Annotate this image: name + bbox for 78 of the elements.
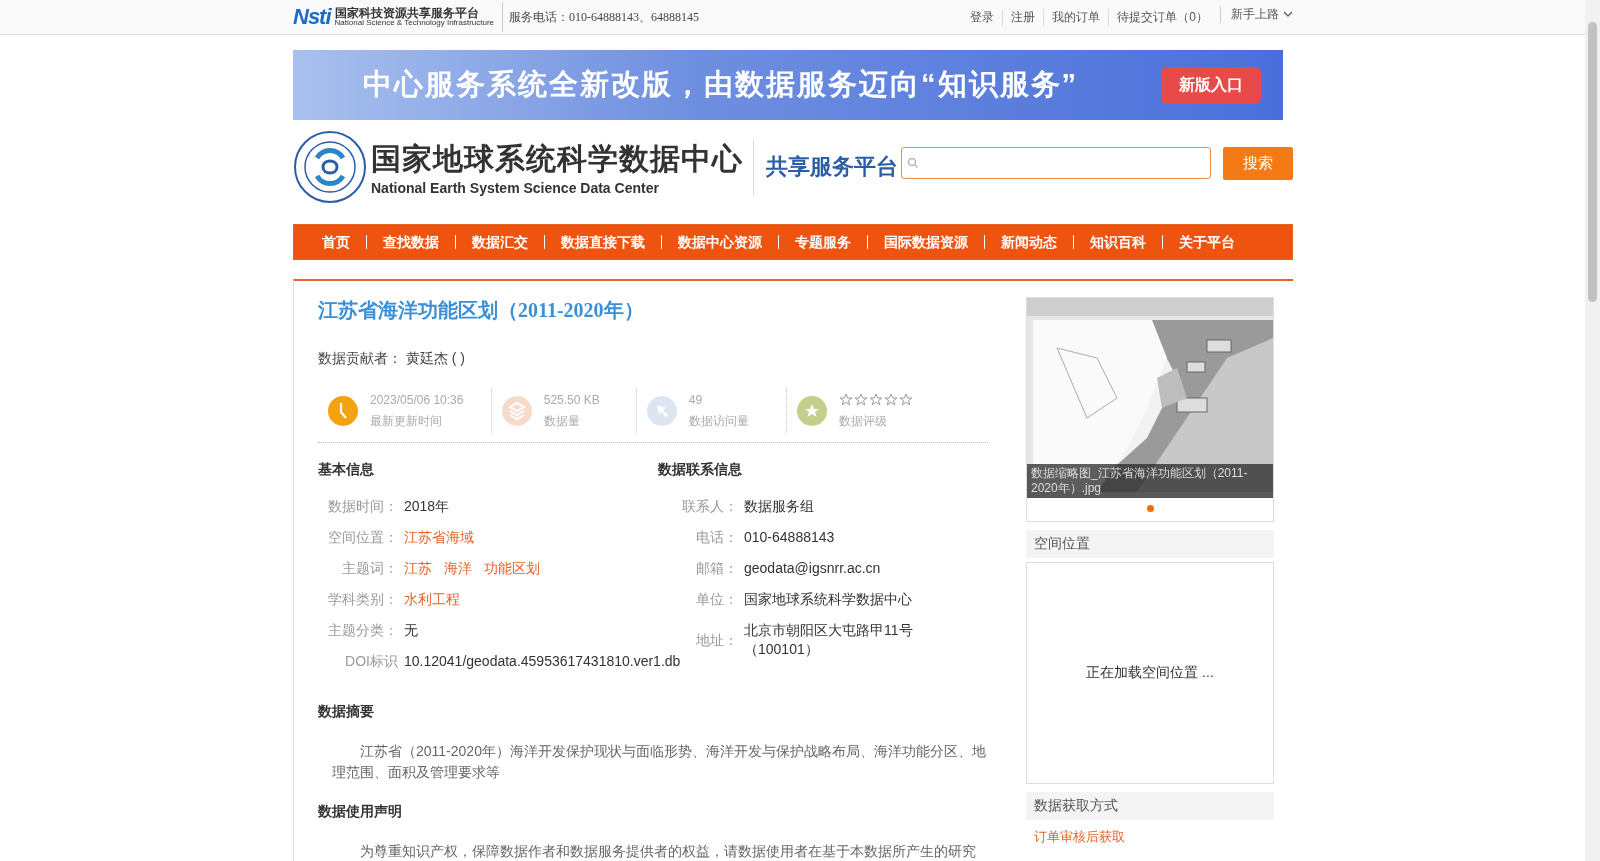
field-label: DOI标识: [344, 652, 399, 671]
nav-item[interactable]: 查找数据: [366, 235, 455, 249]
field-value: geodata@igsnrr.ac.cn: [744, 559, 882, 578]
section-heading: 数据使用声明: [318, 803, 403, 821]
keyword-link[interactable]: 江苏: [404, 560, 432, 576]
star-rating[interactable]: [838, 392, 913, 407]
thumbnail-caption: 数据缩略图_江苏省海洋功能区划（2011-2020年）.jpg: [1027, 464, 1273, 498]
field-label: 数据时间：: [327, 497, 399, 516]
field-value: 无: [404, 621, 418, 640]
panel-heading: 数据获取方式: [1026, 792, 1274, 820]
new-version-button[interactable]: 新版入口: [1161, 66, 1261, 104]
field-label: 主题分类：: [327, 621, 399, 640]
section-heading: 基本信息: [318, 461, 375, 479]
section-heading: 数据摘要: [318, 703, 375, 721]
keyword-link[interactable]: 水利工程: [404, 591, 460, 607]
logo-subtitle: National Science & Technology Infrastructure: [334, 19, 495, 28]
access-link[interactable]: 订单审核后获取: [1026, 820, 1133, 854]
field-value: 国家地球系统科学数据中心: [744, 590, 913, 609]
search-button[interactable]: 搜索: [1223, 146, 1293, 180]
contributor-label: 数据贡献者：: [318, 350, 402, 366]
top-link[interactable]: 注册: [1002, 8, 1044, 26]
field-label: 主题词：: [341, 559, 399, 578]
nav-item[interactable]: 数据直接下载: [544, 235, 661, 249]
top-link[interactable]: 待提交订单（0）: [1108, 8, 1216, 26]
keyword-link[interactable]: 海洋: [444, 560, 472, 576]
nav-item[interactable]: 国际数据资源: [867, 235, 984, 249]
field-value: 10.12041/geodata.45953617431810.ver1.db: [404, 652, 681, 671]
stat-label: 数据访问量: [688, 412, 749, 430]
field-label: 空间位置：: [327, 528, 399, 547]
nav-item[interactable]: 数据中心资源: [661, 235, 778, 249]
dataset-title: 江苏省海洋功能区划（2011-2020年）: [318, 298, 645, 323]
loading-text: 正在加载空间位置 ...: [1086, 664, 1214, 682]
stat-value: 49: [688, 392, 704, 407]
field-label: 邮箱：: [695, 559, 739, 578]
keyword-link[interactable]: 江苏省海域: [404, 529, 474, 545]
section-heading: 数据联系信息: [658, 461, 743, 479]
logo-title: 国家科技资源共享服务平台: [334, 6, 480, 20]
search-field[interactable]: [901, 147, 1211, 179]
field-value: 数据服务组: [744, 497, 815, 516]
layers-icon: [501, 396, 532, 426]
stat-value: 2023/05/06 10:36: [370, 392, 464, 407]
center-subtitle: National Earth System Science Data Center: [371, 179, 660, 196]
usage-text: 为尊重知识产权，保障数据作者和数据服务提供者的权益，请数据使用者在基于本数据所产生的研究: [359, 842, 977, 861]
logo-mark: Nsti: [293, 4, 331, 30]
abstract-text: 江苏省（2011-2020年）海洋开发保护现状与面临形势、海洋开发与保护战略布局、海洋功能分区、地理范围、面积及管理要求等: [332, 742, 987, 782]
keyword-link[interactable]: 功能区划: [484, 560, 540, 576]
top-link[interactable]: 登录: [962, 8, 1003, 26]
contributor-name: 黄廷杰 ( ): [405, 350, 465, 366]
stat-value: 525.50 KB: [543, 392, 600, 407]
scrollbar[interactable]: [1585, 0, 1600, 861]
guide-menu[interactable]: 新手上路: [1220, 5, 1293, 23]
stat-label: 数据评级: [838, 412, 888, 430]
field-value: 北京市朝阳区大屯路甲11号（100101）: [744, 621, 914, 659]
field-label: 学科类别：: [327, 590, 399, 609]
field-value: 010-64888143: [744, 528, 836, 547]
panel-heading: 空间位置: [1026, 530, 1274, 558]
platform-title: 共享服务平台: [766, 153, 898, 181]
nav-item[interactable]: 首页: [306, 235, 366, 249]
banner-text: 中心服务系统全新改版，由数据服务迈向“知识服务”: [363, 67, 1078, 102]
stat-label: 数据量: [543, 412, 581, 430]
clock-icon: [328, 396, 358, 426]
center-title: 国家地球系统科学数据中心: [371, 140, 743, 177]
nav-item[interactable]: 知识百科: [1073, 235, 1162, 249]
field-label: 电话：: [695, 528, 739, 547]
carousel-dot[interactable]: [1146, 505, 1154, 512]
top-link[interactable]: 我的订单: [1043, 8, 1109, 26]
field-label: 地址：: [695, 630, 739, 650]
field-label: 单位：: [695, 590, 739, 609]
nav-item[interactable]: 专题服务: [778, 235, 867, 249]
cursor-icon: [646, 396, 677, 426]
service-phone: 服务电话：010-64888143、64888145: [509, 8, 700, 26]
nav-item[interactable]: 关于平台: [1162, 235, 1251, 249]
stat-label: 最新更新时间: [370, 412, 443, 430]
nav-item[interactable]: 数据汇交: [455, 235, 544, 249]
chevron-icon: [1283, 10, 1293, 18]
nav-item[interactable]: 新闻动态: [984, 235, 1073, 249]
field-value: 2018年: [404, 497, 450, 516]
field-label: 联系人：: [681, 497, 739, 516]
